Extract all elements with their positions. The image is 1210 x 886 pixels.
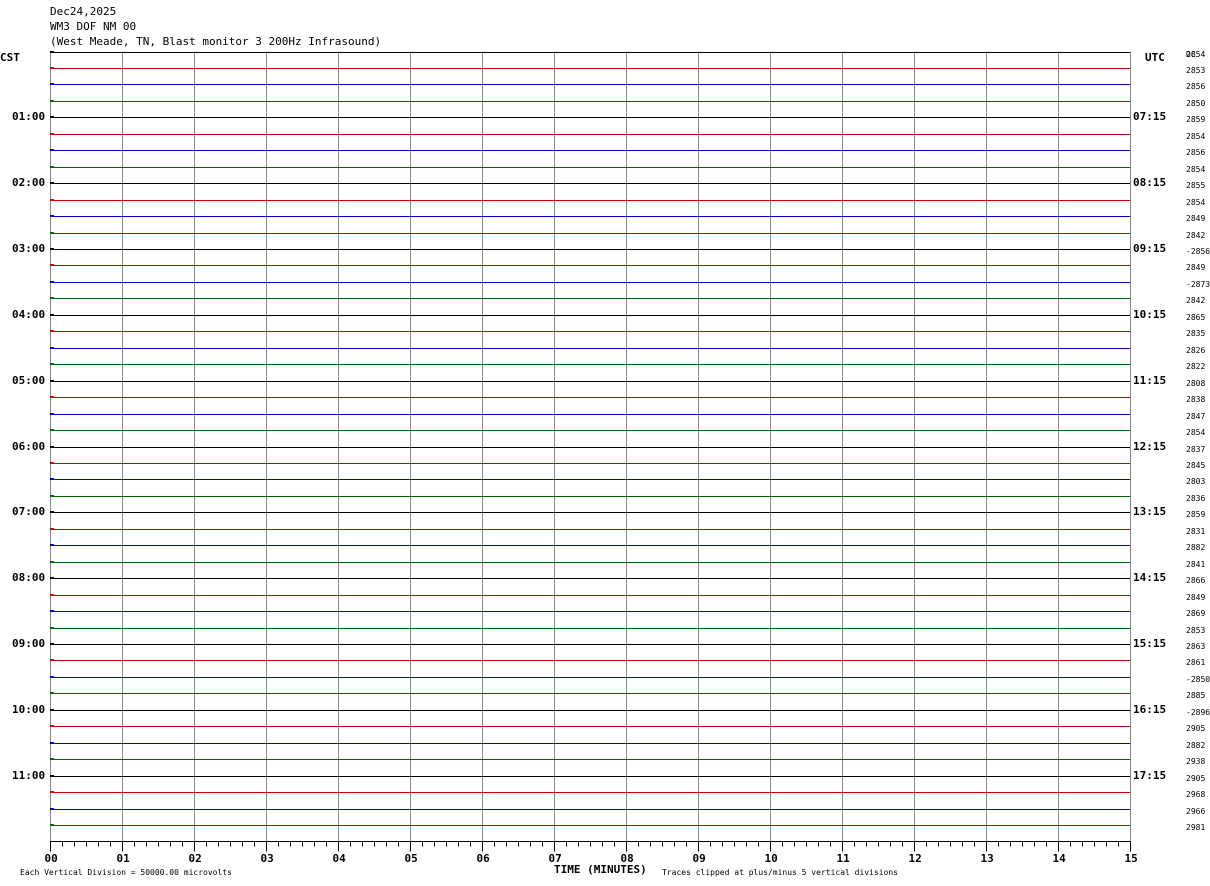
dc-offset-label: 2849 xyxy=(1186,592,1206,602)
dc-offset-label: 2866 xyxy=(1186,575,1206,585)
dc-offset-label: 2822 xyxy=(1186,361,1206,371)
dc-offset-label: 2853 xyxy=(1186,65,1206,75)
utc-hour-label: 16:15 xyxy=(1133,703,1167,716)
dc-offset-label: 2838 xyxy=(1186,394,1206,404)
dc-offset-label: 2885 xyxy=(1186,690,1206,700)
dc-offset-label: -2856 xyxy=(1186,246,1210,256)
seismogram-chart xyxy=(50,51,1131,852)
dc-offset-label: -2850 xyxy=(1186,674,1210,684)
x-tick-label: 09 xyxy=(692,851,706,865)
dc-offset-label: 2856 xyxy=(1186,147,1206,157)
cst-hour-label: 01:00 xyxy=(12,110,46,123)
x-tick-label: 12 xyxy=(908,851,922,865)
cst-hour-label: 05:00 xyxy=(12,374,46,387)
cst-hour-label: 08:00 xyxy=(12,571,46,584)
dc-offset-label: 2865 xyxy=(1186,312,1206,322)
x-tick-label: 13 xyxy=(980,851,994,865)
utc-hour-label: 17:15 xyxy=(1133,769,1167,782)
dc-offset-label: 2841 xyxy=(1186,559,1206,569)
dc-offset-label: 2869 xyxy=(1186,608,1206,618)
dc-offset-label: 2842 xyxy=(1186,230,1206,240)
x-tick-label: 10 xyxy=(764,851,778,865)
cst-hour-label: 10:00 xyxy=(12,703,46,716)
cst-hour-label: 03:00 xyxy=(12,242,46,255)
cst-hour-label: 11:00 xyxy=(12,769,46,782)
x-tick-label: 00 xyxy=(44,851,58,865)
x-tick-label: 06 xyxy=(476,851,490,865)
dc-offset-label: 2854 xyxy=(1186,131,1206,141)
dc-offset-label: 2905 xyxy=(1186,723,1206,733)
dc-offset-label: 2803 xyxy=(1186,476,1206,486)
dc-offset-label: 2938 xyxy=(1186,756,1206,766)
x-tick-label: 14 xyxy=(1052,851,1066,865)
x-tick-label: 05 xyxy=(404,851,418,865)
dc-offset-label: 2853 xyxy=(1186,625,1206,635)
dc-offset-label: 2847 xyxy=(1186,411,1206,421)
dc-offset-label: 2831 xyxy=(1186,526,1206,536)
dc-offset-label: 2863 xyxy=(1186,641,1206,651)
utc-hour-label: 15:15 xyxy=(1133,637,1167,650)
dc-offset-label: 2849 xyxy=(1186,213,1206,223)
dc-offset-label: 2905 xyxy=(1186,773,1206,783)
cst-hour-label: 02:00 xyxy=(12,176,46,189)
dc-offset-label: -2873 xyxy=(1186,279,1210,289)
cst-hour-label: 09:00 xyxy=(12,637,46,650)
utc-hour-label: 10:15 xyxy=(1133,308,1167,321)
dc-offset-label: 2836 xyxy=(1186,493,1206,503)
utc-hour-label: 11:15 xyxy=(1133,374,1167,387)
x-tick-label: 01 xyxy=(116,851,130,865)
x-tick-label: 03 xyxy=(260,851,274,865)
dc-offset-label: 2859 xyxy=(1186,114,1206,124)
dc-offset-label: 2835 xyxy=(1186,328,1206,338)
dc-offset-label: 2981 xyxy=(1186,822,1206,832)
x-axis-title: TIME (MINUTES) xyxy=(554,863,647,876)
dc-offset-label: -2896 xyxy=(1186,707,1210,717)
dc-offset-label: 2826 xyxy=(1186,345,1206,355)
vertical-division-note: Each Vertical Division = 50000.00 microv… xyxy=(20,868,232,877)
utc-hour-label: 07:15 xyxy=(1133,110,1167,123)
dc-offset-label: 2856 xyxy=(1186,81,1206,91)
dc-offset-label: 2854 xyxy=(1186,427,1206,437)
dc-offset-label: 2854 xyxy=(1186,197,1206,207)
dc-offset-label: 2850 xyxy=(1186,98,1206,108)
cst-hour-label: 04:00 xyxy=(12,308,46,321)
utc-hour-label: 08:15 xyxy=(1133,176,1167,189)
dc-offset-label: 2966 xyxy=(1186,806,1206,816)
dc-offset-label: 2882 xyxy=(1186,740,1206,750)
x-tick-label: 02 xyxy=(188,851,202,865)
dc-offset-label: 2855 xyxy=(1186,180,1206,190)
dc-offset-label: 2845 xyxy=(1186,460,1206,470)
x-tick-label: 04 xyxy=(332,851,346,865)
dc-offset-label: 2849 xyxy=(1186,262,1206,272)
utc-hour-label: 09:15 xyxy=(1133,242,1167,255)
dc-offset-label: 2861 xyxy=(1186,657,1206,667)
dc-offset-label: 2854 xyxy=(1186,49,1206,59)
dc-offset-label: 2808 xyxy=(1186,378,1206,388)
utc-hour-label: 14:15 xyxy=(1133,571,1167,584)
cst-hour-label: 07:00 xyxy=(12,505,46,518)
x-tick-label: 15 xyxy=(1124,851,1138,865)
dc-offset-label: 2842 xyxy=(1186,295,1206,305)
dc-offset-label: 2968 xyxy=(1186,789,1206,799)
clip-note: Traces clipped at plus/minus 5 vertical … xyxy=(662,868,899,877)
dc-offset-label: 2859 xyxy=(1186,509,1206,519)
x-tick-label: 11 xyxy=(836,851,850,865)
utc-hour-label: 12:15 xyxy=(1133,440,1167,453)
utc-hour-label: 13:15 xyxy=(1133,505,1167,518)
dc-offset-label: 2882 xyxy=(1186,542,1206,552)
cst-hour-label: 06:00 xyxy=(12,440,46,453)
dc-offset-label: 2854 xyxy=(1186,164,1206,174)
dc-offset-label: 2837 xyxy=(1186,444,1206,454)
